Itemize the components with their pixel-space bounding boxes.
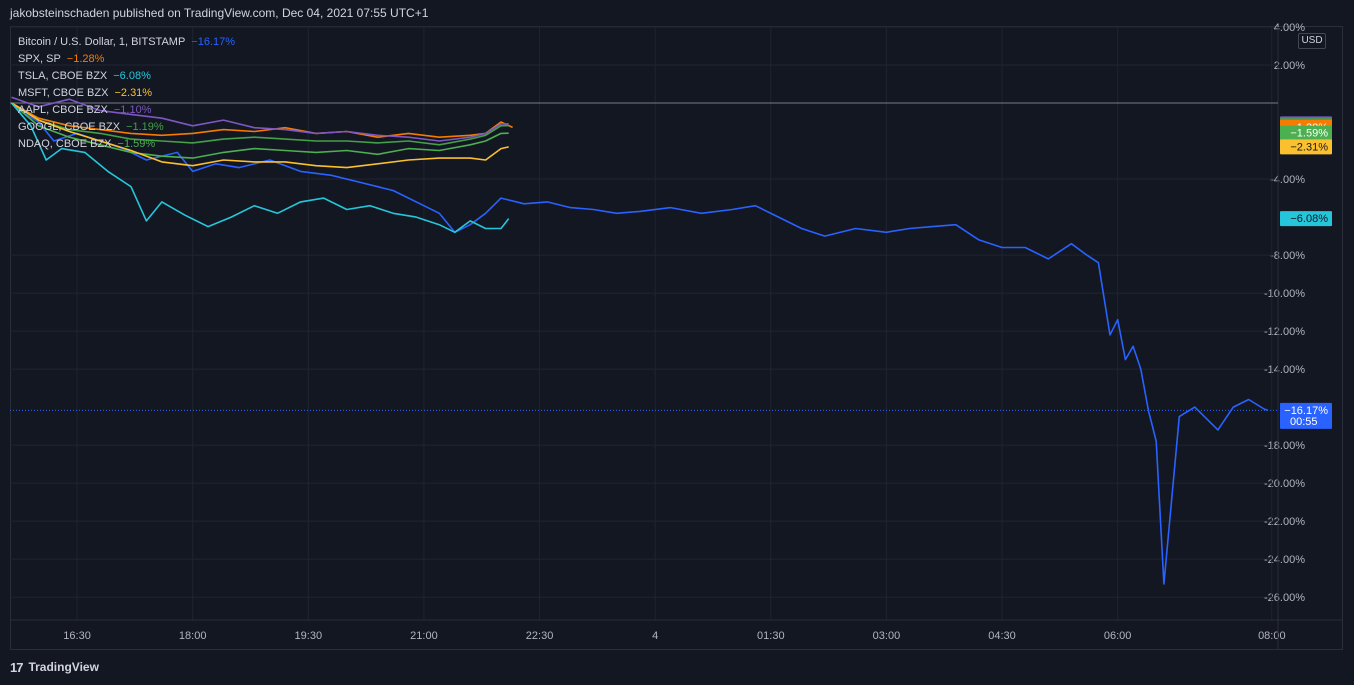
x-tick-label: 19:30: [295, 630, 323, 642]
legend-series-name: GOOGL, CBOE BZX: [18, 121, 121, 133]
y-tick-label: 2.00%: [1274, 60, 1305, 72]
chart-legend: Bitcoin / U.S. Dollar, 1, BITSTAMP −16.17…: [18, 34, 235, 153]
x-tick-label: 22:30: [526, 630, 554, 642]
y-tick-label: -14.00%: [1264, 364, 1305, 376]
legend-item-btc[interactable]: Bitcoin / U.S. Dollar, 1, BITSTAMP −16.17…: [18, 34, 235, 51]
legend-series-value: −1.28%: [66, 53, 105, 65]
legend-series-name: SPX, SP: [18, 53, 61, 65]
legend-series-name: NDAQ, CBOE BZX: [18, 138, 112, 150]
tradingview-footer[interactable]: 17 TradingView: [10, 658, 99, 676]
legend-series-value: −1.59%: [117, 138, 156, 150]
x-tick-label: 03:00: [873, 630, 901, 642]
legend-series-name: AAPL, CBOE BZX: [18, 104, 108, 116]
legend-series-name: TSLA, CBOE BZX: [18, 70, 108, 82]
legend-item-tsla[interactable]: TSLA, CBOE BZX −6.08%: [18, 68, 235, 85]
x-tick-label: 06:00: [1104, 630, 1132, 642]
price-badge-label: −6.08%: [1290, 213, 1328, 225]
legend-item-msft[interactable]: MSFT, CBOE BZX −2.31%: [18, 85, 235, 102]
series-line-btc: [10, 102, 1269, 585]
y-tick-label: -20.00%: [1264, 478, 1305, 490]
legend-item-aapl[interactable]: AAPL, CBOE BZX −1.10%: [18, 102, 235, 119]
y-tick-label: -26.00%: [1264, 592, 1305, 604]
x-tick-label: 04:30: [988, 630, 1016, 642]
x-tick-label: 16:30: [63, 630, 91, 642]
legend-series-value: −6.08%: [113, 70, 151, 82]
y-tick-label: -12.00%: [1264, 326, 1305, 338]
y-tick-label: -24.00%: [1264, 554, 1305, 566]
currency-label[interactable]: USD: [1298, 33, 1326, 49]
legend-series-value: −1.10%: [113, 104, 152, 116]
price-badge-countdown: 00:55: [1290, 416, 1318, 428]
y-tick-label: -10.00%: [1264, 288, 1305, 300]
legend-series-value: −1.19%: [126, 121, 164, 133]
x-tick-label: 01:30: [757, 630, 785, 642]
price-badge-label: −2.31%: [1290, 141, 1328, 153]
legend-item-googl[interactable]: GOOGL, CBOE BZX −1.19%: [18, 119, 235, 136]
tradingview-logo-icon: 17: [10, 659, 24, 675]
legend-item-ndaq[interactable]: NDAQ, CBOE BZX −1.59%: [18, 136, 235, 153]
brand-name: TradingView: [28, 660, 99, 674]
x-tick-label: 08:00: [1258, 630, 1286, 642]
y-tick-label: -4.00%: [1270, 174, 1305, 186]
y-tick-label: -18.00%: [1264, 440, 1305, 452]
y-tick-label: -8.00%: [1270, 250, 1305, 262]
price-badge-label: −1.59%: [1290, 128, 1328, 140]
x-tick-label: 4: [652, 630, 658, 642]
legend-series-name: Bitcoin / U.S. Dollar, 1, BITSTAMP: [18, 36, 186, 48]
legend-series-value: −16.17%: [191, 36, 236, 48]
x-tick-label: 21:00: [410, 630, 438, 642]
x-tick-label: 18:00: [179, 630, 207, 642]
legend-item-spx[interactable]: SPX, SP −1.28%: [18, 51, 235, 68]
y-tick-label: -22.00%: [1264, 516, 1305, 528]
legend-series-value: −2.31%: [114, 87, 153, 99]
legend-series-name: MSFT, CBOE BZX: [18, 87, 109, 99]
